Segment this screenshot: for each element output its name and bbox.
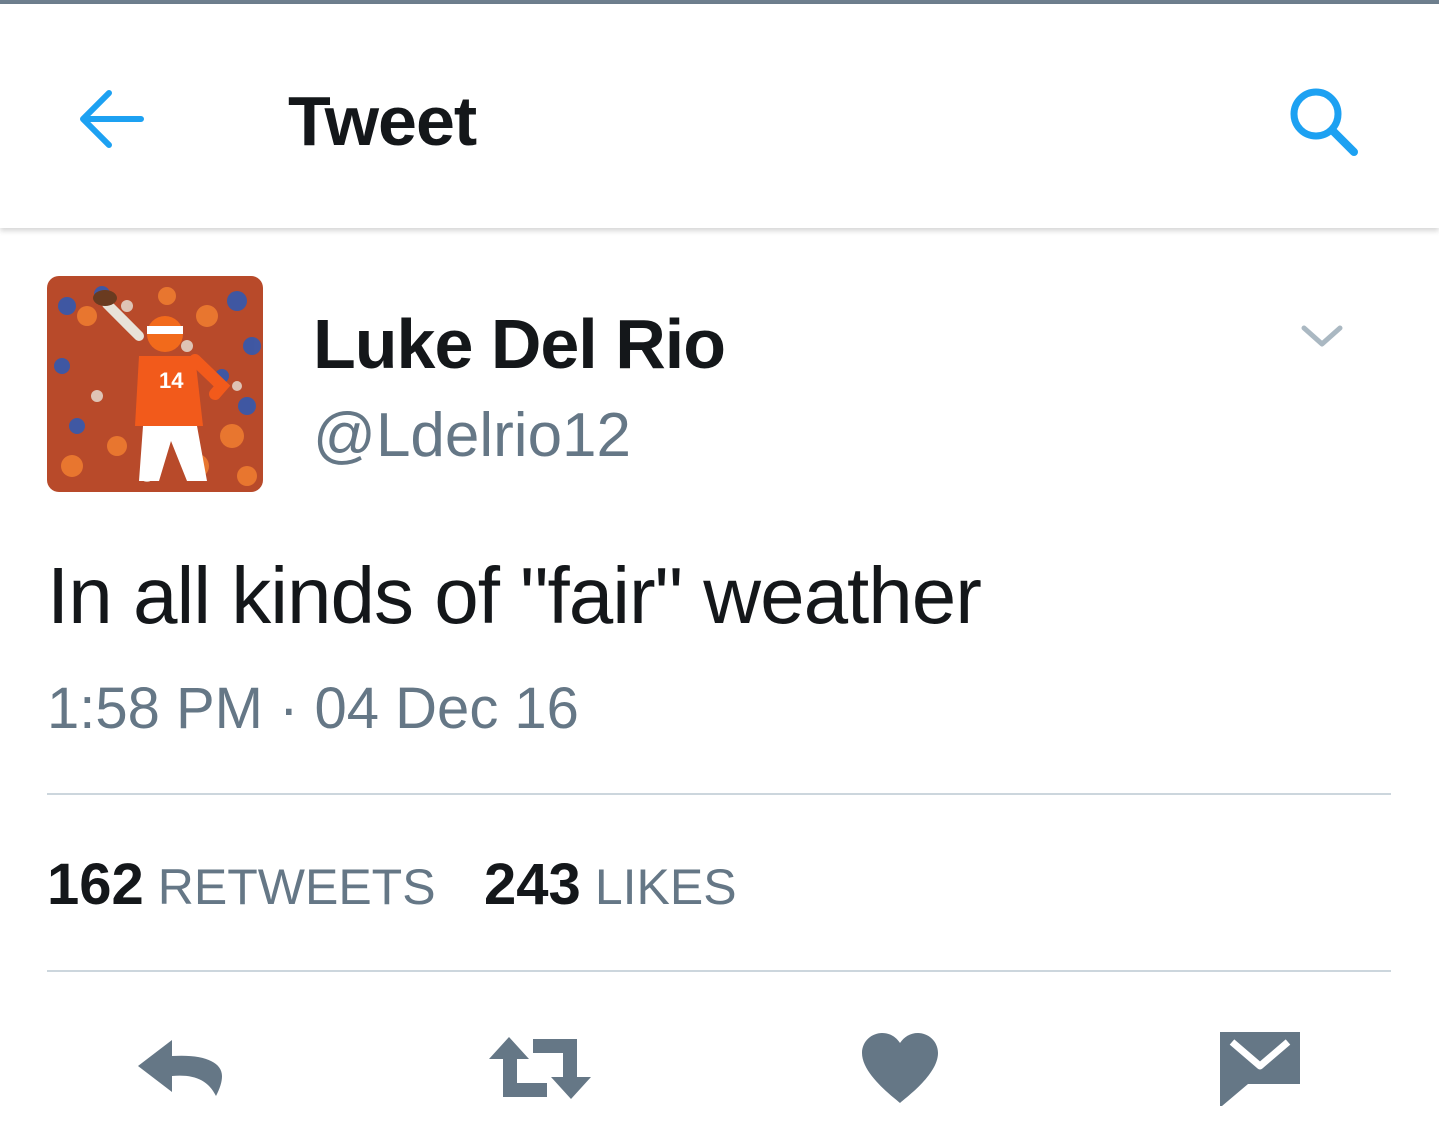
tweet-stats: 162 RETWEETS 243 LIKES [47, 850, 781, 935]
tweet-detail: 14 Luke Del Rio @Ldelrio12 In all kinds … [0, 228, 1439, 1133]
chevron-down-icon [1301, 325, 1343, 347]
page-title: Tweet [288, 82, 477, 160]
tweet-text: In all kinds of "fair" weather [47, 551, 982, 640]
svg-text:14: 14 [159, 368, 184, 393]
heart-icon [862, 1033, 938, 1103]
author-handle[interactable]: @Ldelrio12 [313, 398, 631, 474]
app-bar: Tweet [0, 4, 1439, 228]
reply-icon [138, 1040, 222, 1096]
arrow-left-icon [80, 90, 144, 148]
retweet-button[interactable] [480, 1018, 600, 1118]
tweet-actions [0, 1018, 1439, 1128]
more-options-button[interactable] [1290, 308, 1354, 364]
envelope-icon [1220, 1032, 1300, 1106]
likes-label: LIKES [594, 859, 737, 915]
search-icon [1290, 88, 1358, 156]
search-button[interactable] [1276, 74, 1372, 170]
avatar[interactable]: 14 [47, 276, 263, 492]
like-button[interactable] [840, 1018, 960, 1118]
divider [47, 793, 1391, 795]
retweets-stat[interactable]: 162 RETWEETS [47, 850, 436, 935]
divider [47, 970, 1391, 972]
reply-button[interactable] [120, 1018, 240, 1118]
likes-stat[interactable]: 243 LIKES [484, 850, 737, 935]
football-player-photo: 14 [47, 276, 263, 492]
retweets-count: 162 [47, 852, 144, 917]
direct-message-button[interactable] [1200, 1018, 1320, 1118]
retweets-label: RETWEETS [157, 859, 436, 915]
back-button[interactable] [66, 74, 156, 164]
author-display-name[interactable]: Luke Del Rio [313, 302, 726, 386]
likes-count: 243 [484, 852, 581, 917]
retweet-icon [489, 1037, 591, 1099]
tweet-timestamp: 1:58 PM · 04 Dec 16 [47, 676, 579, 741]
